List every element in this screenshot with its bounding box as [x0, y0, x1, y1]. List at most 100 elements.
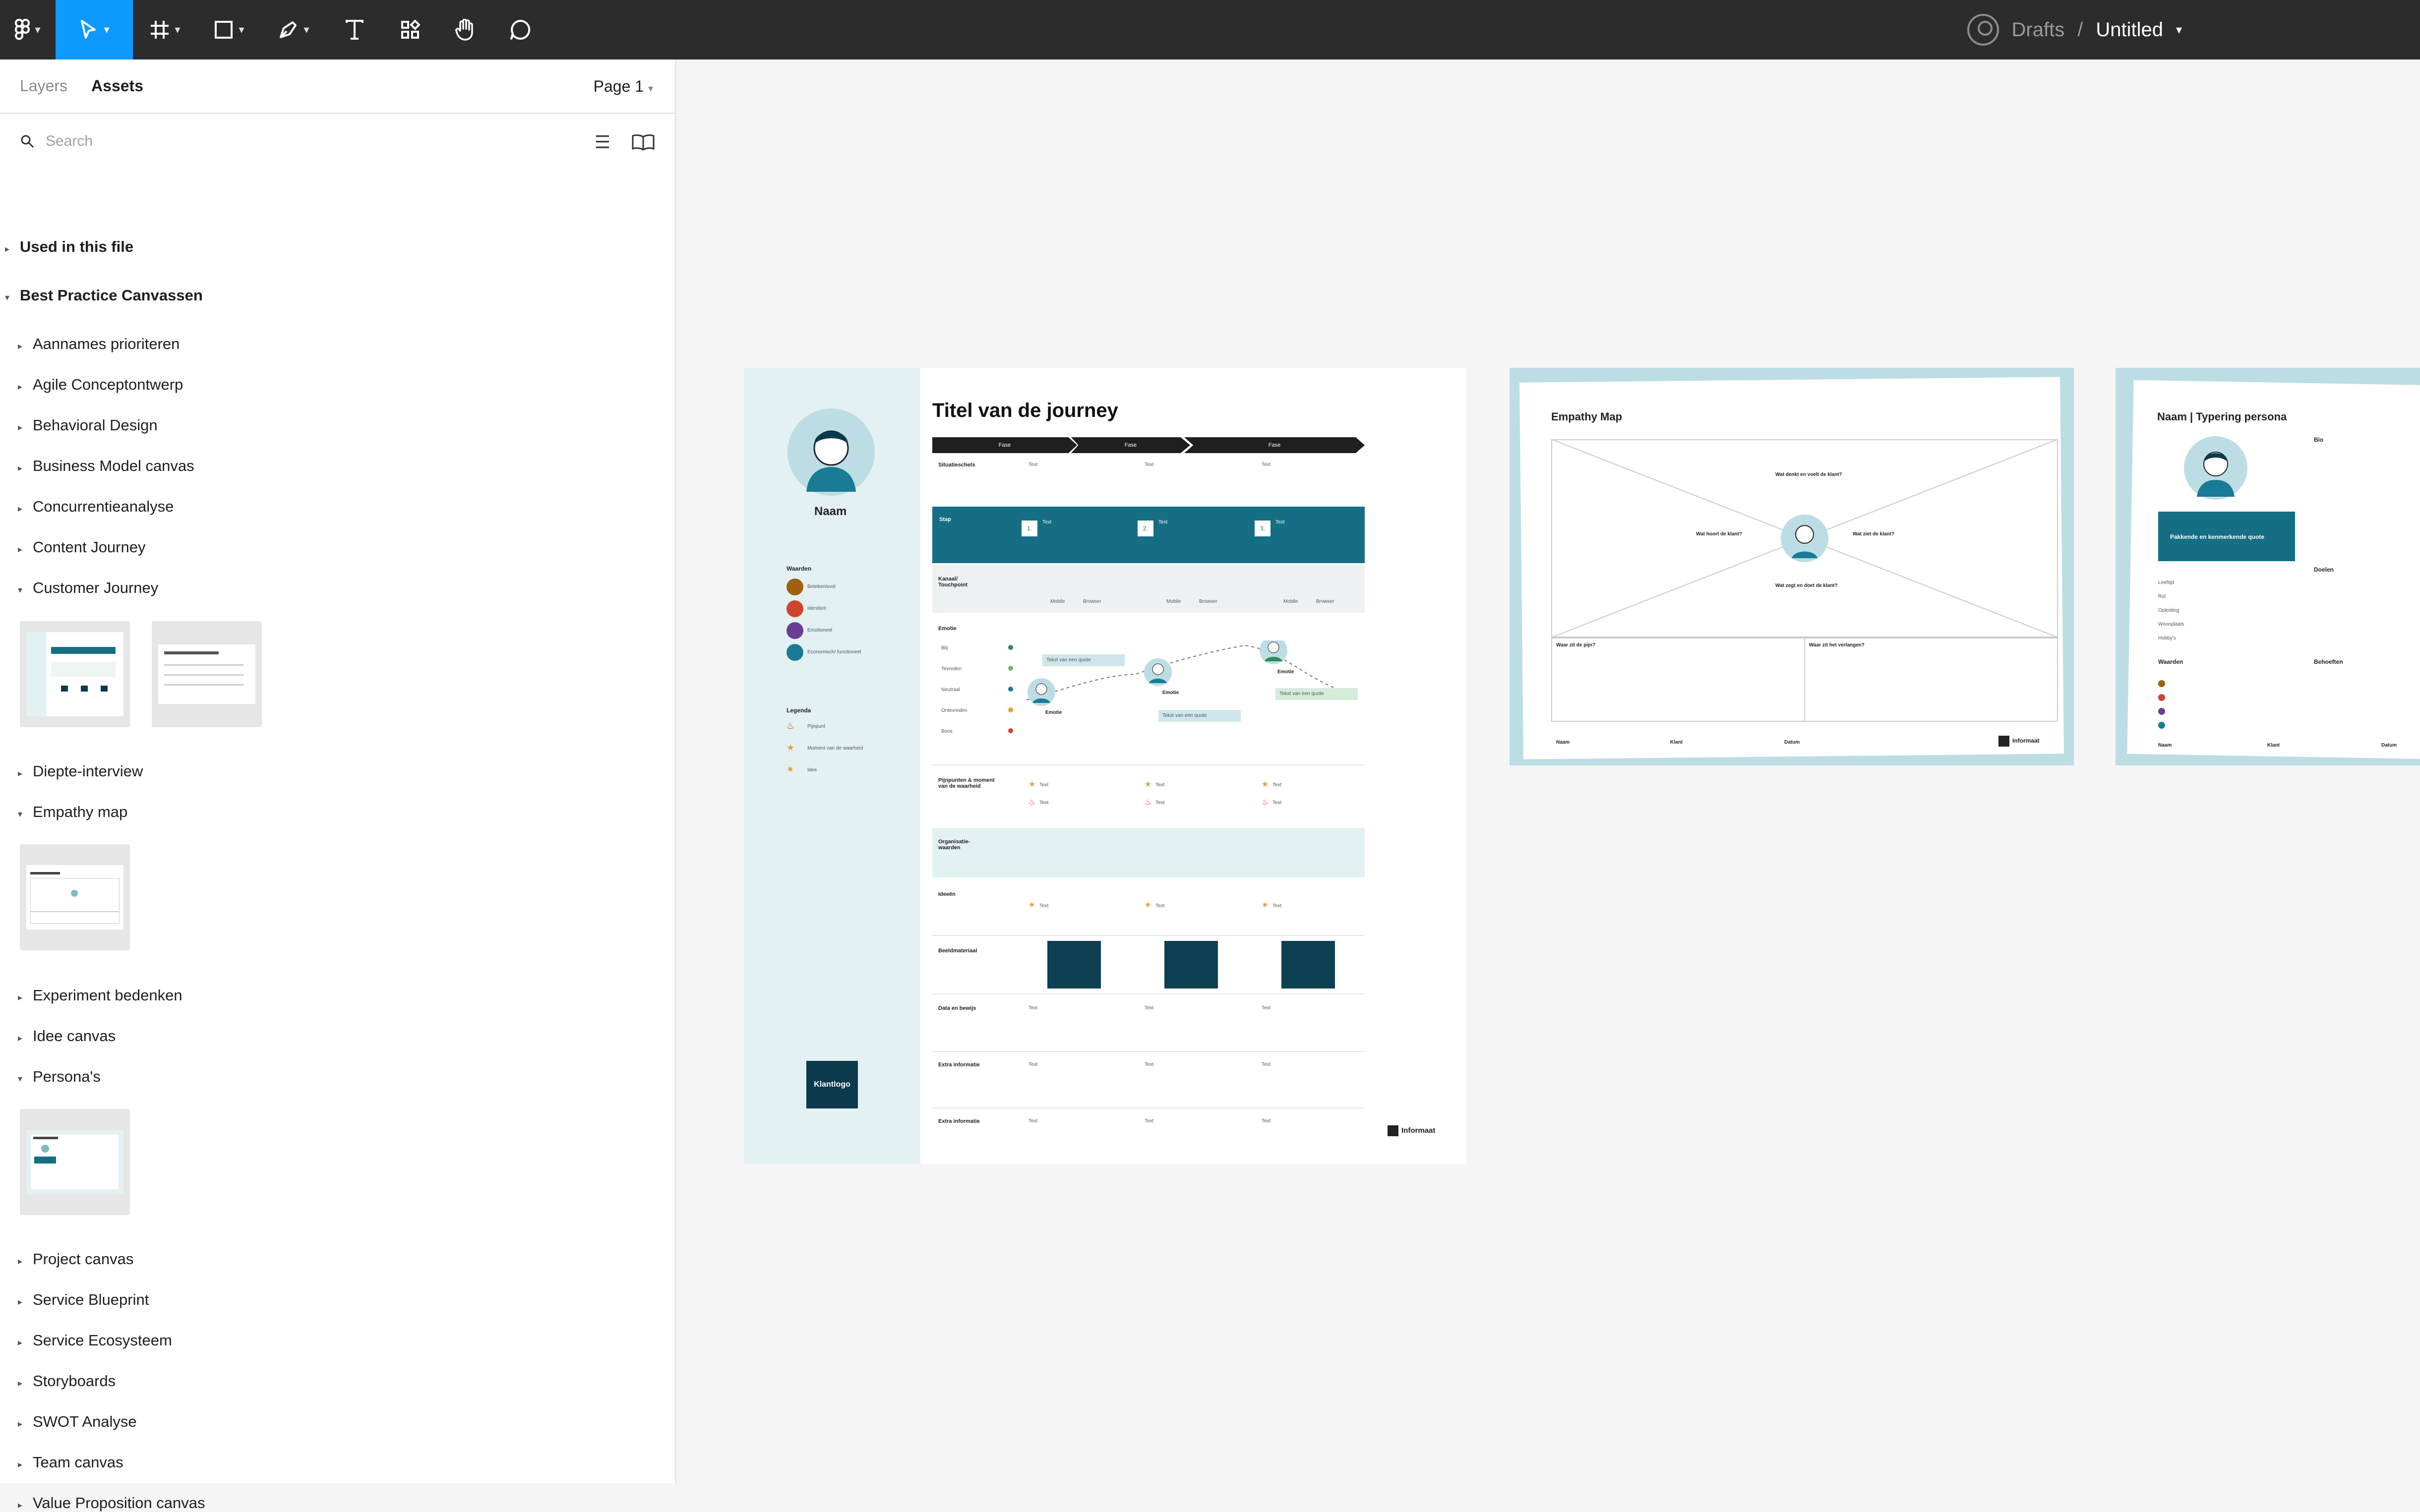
sidebar-item-label: Aannames prioriteren	[33, 335, 180, 352]
value-dot-icon	[2158, 694, 2165, 701]
text-tool-icon[interactable]	[326, 0, 383, 59]
expand-arrow-icon: ▸	[18, 1256, 23, 1266]
persona-name: Naam	[814, 505, 847, 518]
sidebar-item-label: Behavioral Design	[33, 416, 158, 434]
sidebar-item-team-canvas[interactable]: ▸ Team canvas	[18, 1454, 123, 1471]
footer-name: Naam	[2158, 743, 2172, 748]
breadcrumb-drafts[interactable]: Drafts	[2012, 19, 2065, 41]
org-values-label: Organisatie-waarden	[938, 839, 970, 851]
sidebar-item-label: SWOT Analyse	[33, 1413, 137, 1430]
persona-frame[interactable]: Naam | Typering persona Bio Pakkende en …	[2116, 368, 2420, 765]
value-dot-icon	[786, 579, 803, 595]
cell-text: Text	[1145, 462, 1154, 467]
sidebar-item-label: Persona's	[33, 1068, 101, 1085]
empathy-map-frame[interactable]: Empathy Map Wat denkt en voelt de klant?…	[1510, 368, 2074, 765]
q-gain: Waar zit het verlangen?	[1809, 642, 1865, 648]
cell-text: Text	[1272, 782, 1282, 788]
device-label: Browser	[1199, 599, 1217, 604]
component-thumbnail-empathy[interactable]	[20, 844, 130, 950]
footer-date: Datum	[2381, 743, 2397, 748]
cell-text: Text	[1262, 1062, 1271, 1067]
value-dot-icon	[2158, 708, 2165, 715]
pains-label: Pijnpunten & moment van de waarheid	[938, 777, 995, 789]
sidebar-item-storyboards[interactable]: ▸ Storyboards	[18, 1372, 116, 1390]
search-icon	[21, 135, 34, 148]
pen-tool-icon[interactable]: ▾	[261, 0, 326, 59]
figma-menu-icon[interactable]: ▾	[0, 0, 56, 59]
expand-arrow-icon: ▸	[18, 422, 23, 432]
lightbulb-icon: ✷	[1262, 901, 1269, 910]
collapse-arrow-icon: ▾	[5, 292, 10, 302]
expand-arrow-icon: ▸	[18, 768, 23, 778]
flame-icon: ♨	[1028, 798, 1036, 807]
value-label: Identiteit	[807, 606, 826, 611]
chevron-down-icon[interactable]: ▾	[2176, 23, 2182, 37]
search-input[interactable]: Search	[46, 133, 93, 150]
list-view-icon[interactable]: ☰	[595, 132, 610, 153]
tab-layers[interactable]: Layers	[20, 77, 67, 95]
sidebar-item-service-blueprint[interactable]: ▸ Service Blueprint	[18, 1291, 149, 1309]
component-thumbnail-journey[interactable]	[20, 621, 130, 727]
sidebar-item-agile[interactable]: ▸ Agile Conceptontwerp	[18, 376, 183, 394]
sidebar-item-content-journey[interactable]: ▸ Content Journey	[18, 538, 145, 556]
resources-icon[interactable]	[383, 0, 437, 59]
phase-arrow: Fase	[932, 437, 1077, 453]
cell-text: Text	[1155, 800, 1165, 806]
sidebar-item-empathy-map[interactable]: ▾ Empathy map	[18, 803, 127, 821]
component-thumbnail-persona[interactable]	[20, 1109, 130, 1215]
expand-arrow-icon: ▸	[18, 1419, 23, 1429]
row-divider	[932, 1107, 1365, 1108]
sidebar-item-concurrentie[interactable]: ▸ Concurrentieanalyse	[18, 498, 174, 516]
used-in-file-section[interactable]: ▸ Used in this file	[5, 238, 133, 256]
legend-label: Moment van de waarheid	[807, 746, 863, 751]
situation-label: Situatieschets	[938, 462, 975, 468]
q-think: Wat denkt en voelt de klant?	[1775, 472, 1842, 477]
shape-tool-icon[interactable]: ▾	[197, 0, 261, 59]
sidebar-item-value-proposition[interactable]: ▸ Value Proposition canvas	[18, 1494, 205, 1512]
sidebar-item-diepte-interview[interactable]: ▸ Diepte-interview	[18, 762, 143, 780]
sidebar-item-personas[interactable]: ▾ Persona's	[18, 1068, 101, 1086]
file-title[interactable]: Untitled	[2096, 19, 2163, 41]
expand-arrow-icon: ▸	[18, 1459, 23, 1469]
journey-title: Titel van de journey	[932, 400, 1118, 421]
sidebar-item-idee-canvas[interactable]: ▸ Idee canvas	[18, 1027, 116, 1045]
step-number: 1.	[1022, 521, 1037, 536]
values-label: Waarden	[2158, 658, 2183, 665]
star-icon: ★	[1028, 780, 1036, 789]
sidebar-item-swot[interactable]: ▸ SWOT Analyse	[18, 1413, 137, 1431]
expand-arrow-icon: ▸	[18, 1297, 23, 1307]
hand-tool-icon[interactable]	[437, 0, 493, 59]
library-section[interactable]: ▾ Best Practice Canvassen	[5, 287, 203, 304]
image-placeholder-icon	[1281, 941, 1335, 989]
sidebar-item-behavioral[interactable]: ▸ Behavioral Design	[18, 416, 158, 434]
design-canvas[interactable]: Naam Waarden Betekenisvol Identiteit Emo…	[678, 59, 2420, 1483]
persona-avatar-icon	[2184, 436, 2247, 500]
sidebar-item-experiment[interactable]: ▸ Experiment bedenken	[18, 987, 182, 1004]
page-selector[interactable]: Page 1 ▾	[594, 77, 653, 96]
sidebar-item-business-model[interactable]: ▸ Business Model canvas	[18, 457, 194, 475]
library-book-icon[interactable]	[631, 134, 655, 151]
move-tool-icon[interactable]: ▾	[56, 0, 133, 59]
user-avatar-icon[interactable]	[1967, 14, 1999, 46]
frame-tool-icon[interactable]: ▾	[133, 0, 197, 59]
sidebar-item-label: Storyboards	[33, 1372, 116, 1390]
value-dot-icon	[786, 600, 803, 617]
assets-sidebar: Layers Assets Page 1 ▾ Search ☰ ▸ Used in…	[0, 59, 676, 1512]
expand-arrow-icon: ▸	[18, 504, 23, 514]
extra-info-label: Extra informatie	[938, 1062, 980, 1068]
persona-field: Rol	[2158, 594, 2166, 599]
customer-journey-frame[interactable]: Naam Waarden Betekenisvol Identiteit Emo…	[744, 368, 1466, 1164]
component-thumbnail-journey-alt[interactable]	[152, 621, 262, 727]
sidebar-item-service-ecosysteem[interactable]: ▸ Service Ecosysteem	[18, 1332, 172, 1349]
q-say: Wat zegt en doet de klant?	[1775, 583, 1838, 588]
top-toolbar: ▾ ▾ ▾ ▾ ▾ Drafts / Untitled ▾	[0, 0, 2420, 59]
comment-tool-icon[interactable]	[493, 0, 547, 59]
sidebar-item-label: Concurrentieanalyse	[33, 498, 174, 515]
sidebar-item-project-canvas[interactable]: ▸ Project canvas	[18, 1250, 133, 1268]
step-number: 3.	[1255, 521, 1270, 536]
sidebar-item-aannames[interactable]: ▸ Aannames prioriteren	[18, 335, 180, 353]
tab-assets[interactable]: Assets	[91, 77, 143, 95]
sidebar-item-customer-journey[interactable]: ▾ Customer Journey	[18, 579, 158, 597]
cell-text: Text	[1145, 1118, 1154, 1124]
needs-label: Behoeften	[2314, 658, 2343, 665]
